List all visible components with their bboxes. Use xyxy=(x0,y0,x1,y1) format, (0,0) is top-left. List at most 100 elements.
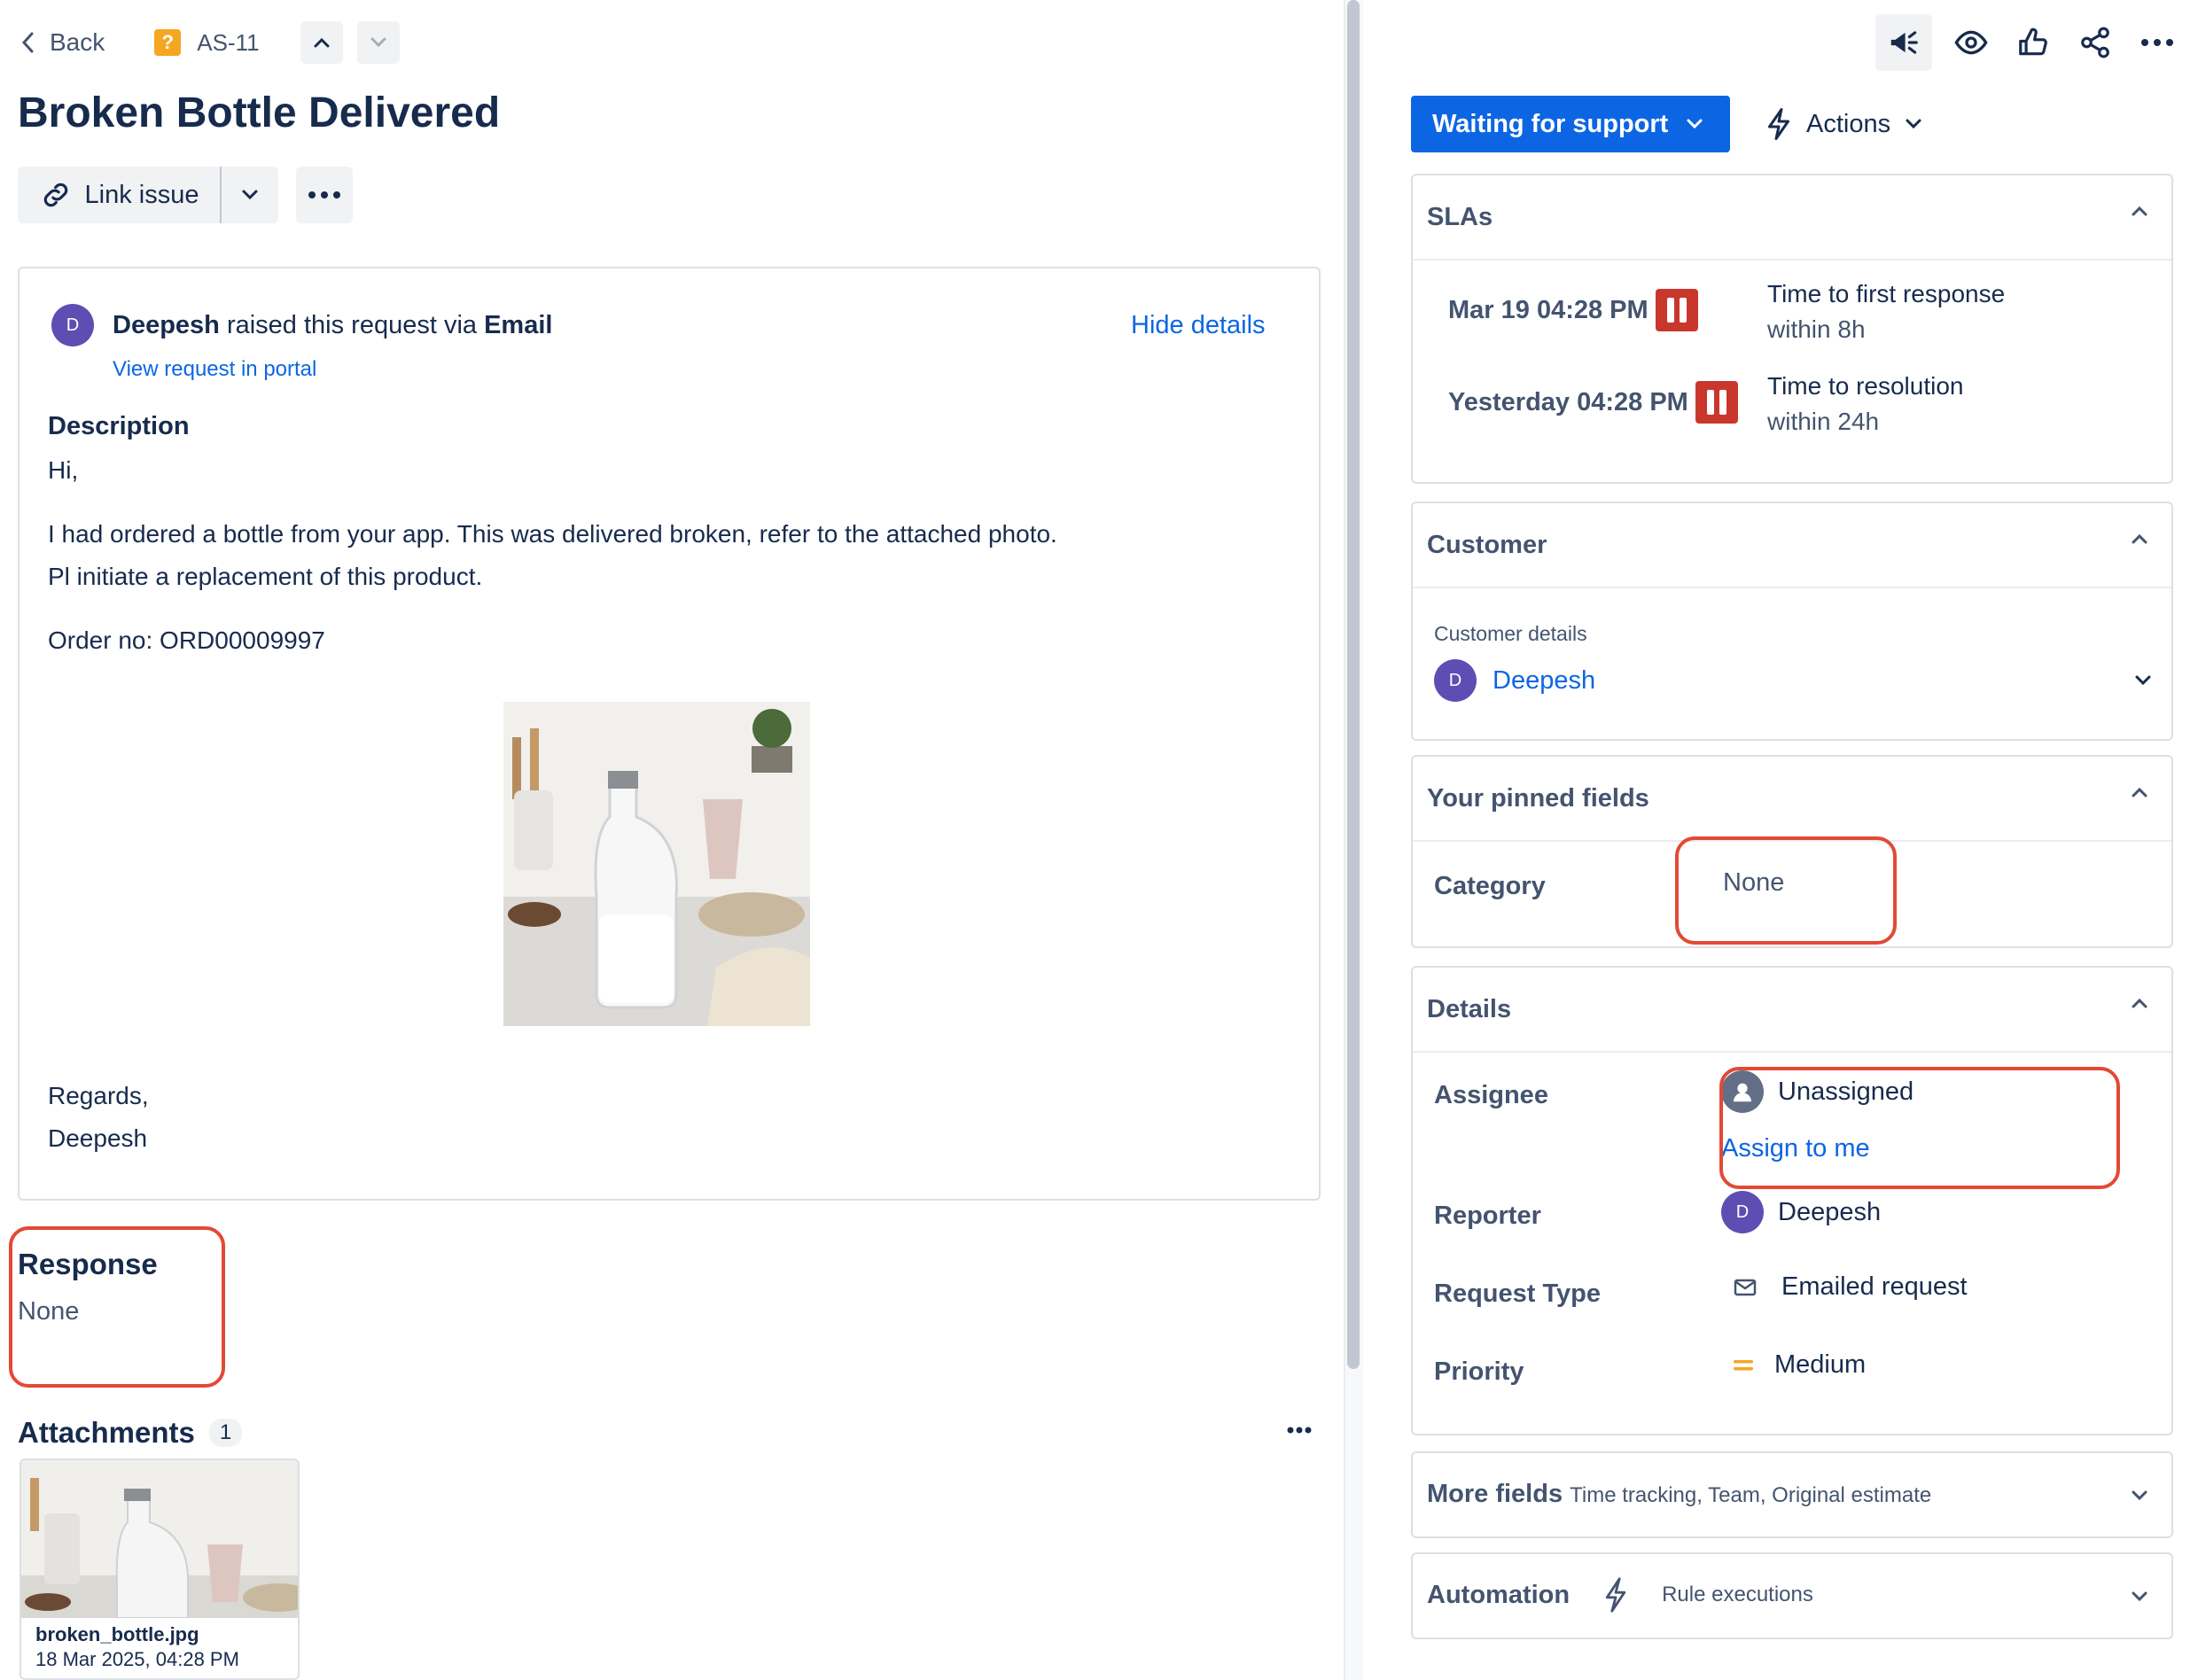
header-icon-bar xyxy=(1875,14,2180,71)
attachments-header: Attachments 1 xyxy=(18,1416,243,1450)
link-issue-dropdown[interactable] xyxy=(222,167,278,223)
help-question-icon: ? xyxy=(154,29,182,56)
sla-name: Time to first response xyxy=(1767,280,2006,307)
automation-summary: Rule executions xyxy=(1662,1583,1813,1606)
pinned-fields-title: Your pinned fields xyxy=(1427,783,1649,813)
request-type-field[interactable]: Emailed request xyxy=(1734,1272,1968,1302)
sla-time: Yesterday 04:28 PM xyxy=(1448,387,1688,416)
chevron-down-icon xyxy=(242,190,258,200)
lightning-icon xyxy=(1768,108,1789,140)
raiser-name[interactable]: Deepesh xyxy=(113,311,220,339)
more-actions-button[interactable] xyxy=(296,167,353,223)
top-nav: Back ? AS-11 xyxy=(19,21,400,64)
assignee-label: Assignee xyxy=(1434,1081,1548,1109)
sla-item: Yesterday 04:28 PM xyxy=(1448,381,1738,424)
megaphone-icon xyxy=(1890,31,1918,54)
scrollbar-thumb[interactable] xyxy=(1347,0,1360,1369)
more-icon xyxy=(1287,1427,1312,1434)
chevron-up-icon xyxy=(2132,998,2147,1008)
attachments-more-button[interactable] xyxy=(1287,1427,1312,1434)
previous-issue-button[interactable] xyxy=(300,21,343,64)
details-header[interactable]: Details xyxy=(1413,968,2171,1053)
reporter-field[interactable]: D Deepesh xyxy=(1721,1191,1881,1233)
attached-photo[interactable] xyxy=(503,702,810,1026)
more-options-button[interactable] xyxy=(2134,19,2180,66)
attachment-thumbnail xyxy=(21,1460,298,1618)
response-label: Response xyxy=(18,1248,158,1280)
pause-icon xyxy=(1655,289,1698,331)
share-button[interactable] xyxy=(2072,19,2118,66)
slas-header[interactable]: SLAs xyxy=(1413,175,2171,261)
description-line: Pl initiate a replacement of this produc… xyxy=(48,563,483,590)
description-line: Hi, xyxy=(48,456,79,484)
attachment-card[interactable]: broken_bottle.jpg 18 Mar 2025, 04:28 PM xyxy=(19,1458,300,1680)
attachment-filename: broken_bottle.jpg xyxy=(35,1623,199,1645)
pinned-fields-header[interactable]: Your pinned fields xyxy=(1413,757,2171,842)
chevron-down-icon xyxy=(1687,119,1703,129)
link-icon xyxy=(43,183,67,207)
raised-by-line: Deepesh raised this request via Email xyxy=(113,311,552,340)
issue-key-link[interactable]: AS-11 xyxy=(197,29,259,57)
avatar: D xyxy=(51,304,94,346)
actions-label: Actions xyxy=(1806,109,1891,138)
watch-button[interactable] xyxy=(1948,19,1994,66)
status-label: Waiting for support xyxy=(1432,109,1669,138)
customer-row[interactable]: D Deepesh xyxy=(1434,659,2152,702)
chevron-down-icon xyxy=(1906,119,1921,129)
description-line: I had ordered a bottle from your app. Th… xyxy=(48,520,1057,548)
view-portal-link[interactable]: View request in portal xyxy=(113,357,316,382)
customer-header[interactable]: Customer xyxy=(1413,503,2171,588)
automation-title: Automation xyxy=(1427,1580,1571,1609)
actions-dropdown[interactable]: Actions xyxy=(1765,106,1922,142)
feedback-button[interactable] xyxy=(1875,14,1932,71)
next-issue-button[interactable] xyxy=(356,21,400,64)
attachment-date: 18 Mar 2025, 04:28 PM xyxy=(35,1648,239,1670)
details-title: Details xyxy=(1427,994,1512,1023)
chevron-up-icon xyxy=(314,37,330,48)
attachments-label: Attachments xyxy=(18,1416,195,1449)
chevron-up-icon xyxy=(2132,787,2147,797)
slas-panel: SLAs Mar 19 04:28 PM Time to first respo… xyxy=(1411,174,2173,484)
chevron-down-icon xyxy=(2135,675,2151,686)
chevron-down-icon xyxy=(370,37,386,48)
category-label: Category xyxy=(1434,872,1546,900)
more-fields-panel[interactable]: More fields Time tracking, Team, Origina… xyxy=(1411,1451,2173,1538)
customer-title: Customer xyxy=(1427,530,1547,559)
priority-value: Medium xyxy=(1774,1350,1867,1379)
page-title: Broken Bottle Delivered xyxy=(18,89,501,136)
mail-icon xyxy=(1734,1279,1757,1295)
sla-name: Time to resolution xyxy=(1767,372,1964,400)
description-label: Description xyxy=(48,412,190,440)
status-dropdown[interactable]: Waiting for support xyxy=(1411,96,1730,152)
pause-icon xyxy=(1695,381,1738,424)
request-type-value: Emailed request xyxy=(1781,1272,1968,1301)
avatar: D xyxy=(1434,659,1477,702)
category-highlight xyxy=(1675,836,1897,945)
avatar: D xyxy=(1721,1191,1764,1233)
chevron-down-icon xyxy=(2132,1490,2147,1501)
channel-name: Email xyxy=(484,311,553,339)
eye-icon xyxy=(1954,30,1988,55)
raised-text: raised this request via xyxy=(219,311,485,339)
request-details-card: D Deepesh raised this request via Email … xyxy=(18,267,1321,1201)
customer-name[interactable]: Deepesh xyxy=(1493,666,1595,696)
share-icon xyxy=(2081,27,2109,58)
more-icon xyxy=(2141,39,2173,46)
sla-time: Mar 19 04:28 PM xyxy=(1448,295,1648,324)
attachments-count-badge: 1 xyxy=(208,1419,243,1447)
vote-button[interactable] xyxy=(2010,19,2056,66)
response-value[interactable]: None xyxy=(18,1297,79,1326)
hide-details-link[interactable]: Hide details xyxy=(1131,311,1266,340)
link-issue-button[interactable]: Link issue xyxy=(18,167,220,223)
priority-field[interactable]: Medium xyxy=(1732,1350,1866,1380)
request-type-label: Request Type xyxy=(1434,1279,1602,1308)
sla-item: Mar 19 04:28 PM xyxy=(1448,289,1698,331)
thumbs-up-icon xyxy=(2019,27,2047,56)
priority-label: Priority xyxy=(1434,1357,1524,1386)
back-chevron-icon xyxy=(21,32,34,53)
sla-target: within 8h xyxy=(1767,315,1866,343)
back-button[interactable]: Back xyxy=(19,28,105,57)
more-fields-title: More fields xyxy=(1427,1480,1563,1508)
back-label: Back xyxy=(50,28,105,56)
automation-panel[interactable]: Automation Rule executions xyxy=(1411,1552,2173,1639)
